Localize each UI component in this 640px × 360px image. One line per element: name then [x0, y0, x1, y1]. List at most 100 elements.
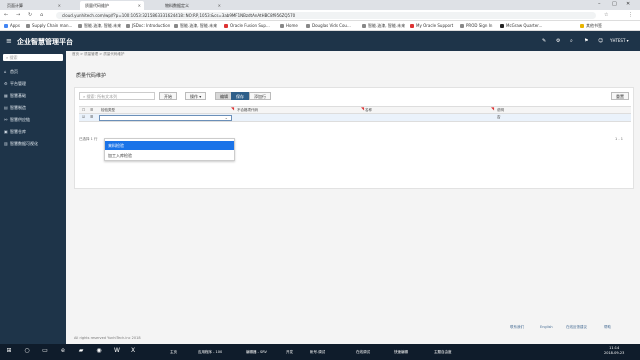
bookmark-item[interactable]: Home: [280, 23, 298, 28]
column-header[interactable]: 不合格项代码: [237, 108, 258, 113]
task-view-icon[interactable]: ▭: [40, 347, 50, 357]
user-icon[interactable]: ☺: [598, 38, 603, 44]
go-button[interactable]: 开始: [159, 92, 177, 100]
column-header[interactable]: 检验类型: [101, 108, 115, 113]
required-marker: ◥: [491, 106, 495, 111]
dropdown-option-selected[interactable]: 来料检验: [105, 141, 234, 150]
bookmark-item[interactable]: 智能.油漆, 智能.未来: [78, 23, 121, 29]
page-icon: [78, 24, 82, 28]
flag-icon[interactable]: ⚑: [584, 38, 588, 44]
browser-tab[interactable]: 物料数据定义 ✕: [160, 1, 224, 10]
tab-label: 物料数据定义: [165, 3, 189, 8]
maximize-icon[interactable]: □: [612, 1, 617, 7]
hamburger-icon[interactable]: ≡: [6, 37, 12, 45]
forward-icon[interactable]: →: [16, 12, 20, 18]
gear-icon[interactable]: ⚙: [556, 38, 560, 44]
taskbar-app[interactable]: 开发: [284, 347, 295, 357]
sidebar-item-supply-chain[interactable]: ⚯ 智慧供应链: [0, 115, 66, 124]
bookmark-item[interactable]: 智能.油漆, 智能.未来: [362, 23, 405, 29]
actions-button[interactable]: 操作 ▾: [185, 92, 207, 100]
home-icon[interactable]: ⌂: [40, 12, 43, 18]
bookmark-item[interactable]: McGraw Quarter...: [500, 23, 542, 28]
reset-button[interactable]: 重置: [611, 92, 629, 100]
inspection-type-select[interactable]: ⌄: [99, 115, 232, 121]
row-menu-icon[interactable]: ☰: [90, 115, 93, 119]
page-icon: [306, 24, 310, 28]
back-icon[interactable]: ←: [4, 12, 8, 18]
footer-link[interactable]: 帮助: [604, 325, 611, 330]
description-cell[interactable]: 否: [497, 115, 501, 120]
taskbar-app[interactable]: 应用程序 - 100: [196, 347, 224, 357]
sidebar-item-visualization[interactable]: ▥ 智慧数据可视化: [0, 139, 66, 148]
minimize-icon[interactable]: –: [598, 1, 601, 7]
footer-link[interactable]: 在线反馈建议: [566, 325, 587, 330]
bookmark-item[interactable]: My Oracle Support: [410, 23, 453, 28]
dropdown-option[interactable]: 加工入库检验: [105, 151, 234, 160]
page-icon: [174, 24, 178, 28]
close-icon[interactable]: ✕: [138, 3, 141, 8]
clock-date: 2018-09-23: [604, 351, 625, 355]
chrome-icon[interactable]: ◉: [94, 347, 104, 357]
pagination-range: 1 - 1: [615, 137, 623, 141]
bookmark-item[interactable]: Douglas Vids Cou...: [306, 23, 351, 28]
sidebar-item-warehouse[interactable]: ▣ 智慧仓库: [0, 127, 66, 136]
bookmark-item[interactable]: Apps: [4, 23, 20, 28]
bookmark-item[interactable]: 智能.油漆, 智能.未来: [174, 23, 217, 29]
word-icon[interactable]: W: [112, 347, 122, 357]
star-icon[interactable]: ☆: [604, 12, 608, 18]
reload-icon[interactable]: ↻: [28, 12, 32, 18]
sidebar-item-base[interactable]: ▦ 智慧基础: [0, 91, 66, 100]
main-content: 首页 > 质量管理 > 质量代码维护 质量代码维护 ⌕ 搜索: 所有文本列 开始…: [66, 51, 640, 344]
save-button[interactable]: 保存: [231, 92, 249, 100]
folder-icon[interactable]: ▰: [76, 347, 86, 357]
footer-link[interactable]: 联系我们: [510, 325, 524, 330]
browser-tab-active[interactable]: 质量代码维护 ✕: [80, 1, 144, 10]
close-icon[interactable]: ✕: [58, 3, 61, 8]
sidebar-item-platform[interactable]: ⚙ 平台管理: [0, 79, 66, 88]
footer-link[interactable]: English: [540, 325, 553, 329]
grid-search-input[interactable]: ⌕ 搜索: 所有文本列: [79, 92, 155, 100]
search-icon[interactable]: ⌕: [570, 38, 573, 44]
system-clock[interactable]: 11:14 2018-09-23: [604, 346, 624, 356]
bookmark-item[interactable]: Oracle Fusion Sup...: [224, 23, 270, 28]
taskbar-app[interactable]: 主题自由度: [432, 347, 454, 357]
column-header[interactable]: 说明: [497, 108, 504, 113]
sidebar-search-input[interactable]: ⌕ 搜索: [3, 54, 63, 61]
user-menu[interactable]: YHTEST ▾: [610, 38, 629, 43]
pagination-status: 已选择 1 行: [79, 137, 98, 141]
required-marker: ◥: [361, 106, 365, 111]
row-menu-icon[interactable]: ☰: [90, 108, 93, 112]
browser-toolbar: ← → ↻ ⌂ cloud.yunhitech.com/wp/f?p=100:1…: [0, 10, 640, 21]
bookmark-item[interactable]: Supply Chain man...: [26, 23, 72, 28]
page-icon: [362, 24, 366, 28]
tab-label: 质量代码维护: [85, 3, 109, 8]
bookmarks-bar: Apps Supply Chain man... 智能.油漆, 智能.未来 JS…: [0, 21, 640, 31]
edge-icon[interactable]: e: [58, 347, 68, 357]
bookmark-item[interactable]: JSDoc: Introduction: [126, 23, 170, 28]
bookmark-item[interactable]: PROD Sign In: [460, 23, 492, 28]
excel-icon[interactable]: X: [128, 347, 138, 357]
search-icon[interactable]: ○: [22, 347, 32, 357]
grid-header: ☐ ☰ 检验类型 ◥ 不合格项代码 ◥ 名称 ◥ 说明: [79, 106, 631, 114]
close-icon[interactable]: ✕: [218, 3, 221, 8]
row-checkbox[interactable]: ☑: [82, 115, 85, 119]
edit-icon[interactable]: ✎: [542, 38, 546, 44]
sidebar-item-manufacturing[interactable]: ▤ 智慧制造: [0, 103, 66, 112]
table-row[interactable]: ☑ ☰ ⌄ 否: [79, 114, 631, 122]
taskbar-app[interactable]: 帐号.调试: [308, 347, 327, 357]
taskbar-app[interactable]: 在线调试: [354, 347, 372, 357]
column-header[interactable]: 名称: [365, 108, 372, 113]
add-row-button[interactable]: 添加行: [249, 92, 271, 100]
bookmark-item[interactable]: 其他书签: [580, 23, 602, 29]
sidebar-item-home[interactable]: ⌂ 首页: [0, 67, 66, 76]
window-close-icon[interactable]: ✕: [626, 1, 630, 7]
taskbar-app[interactable]: 编辑器 - SRV: [244, 347, 269, 357]
address-bar[interactable]: cloud.yunhitech.com/wp/f?p=100:1053:3215…: [56, 12, 596, 19]
windows-start-icon[interactable]: ⊞: [4, 347, 14, 357]
select-all-checkbox[interactable]: ☐: [82, 108, 85, 112]
tab-label: 页面计算: [7, 3, 23, 8]
taskbar-app[interactable]: 快速编辑: [392, 347, 410, 357]
menu-icon[interactable]: ⋮: [628, 12, 633, 18]
taskbar-app[interactable]: 主页: [168, 347, 179, 357]
browser-tab[interactable]: 页面计算 ✕: [2, 1, 64, 10]
